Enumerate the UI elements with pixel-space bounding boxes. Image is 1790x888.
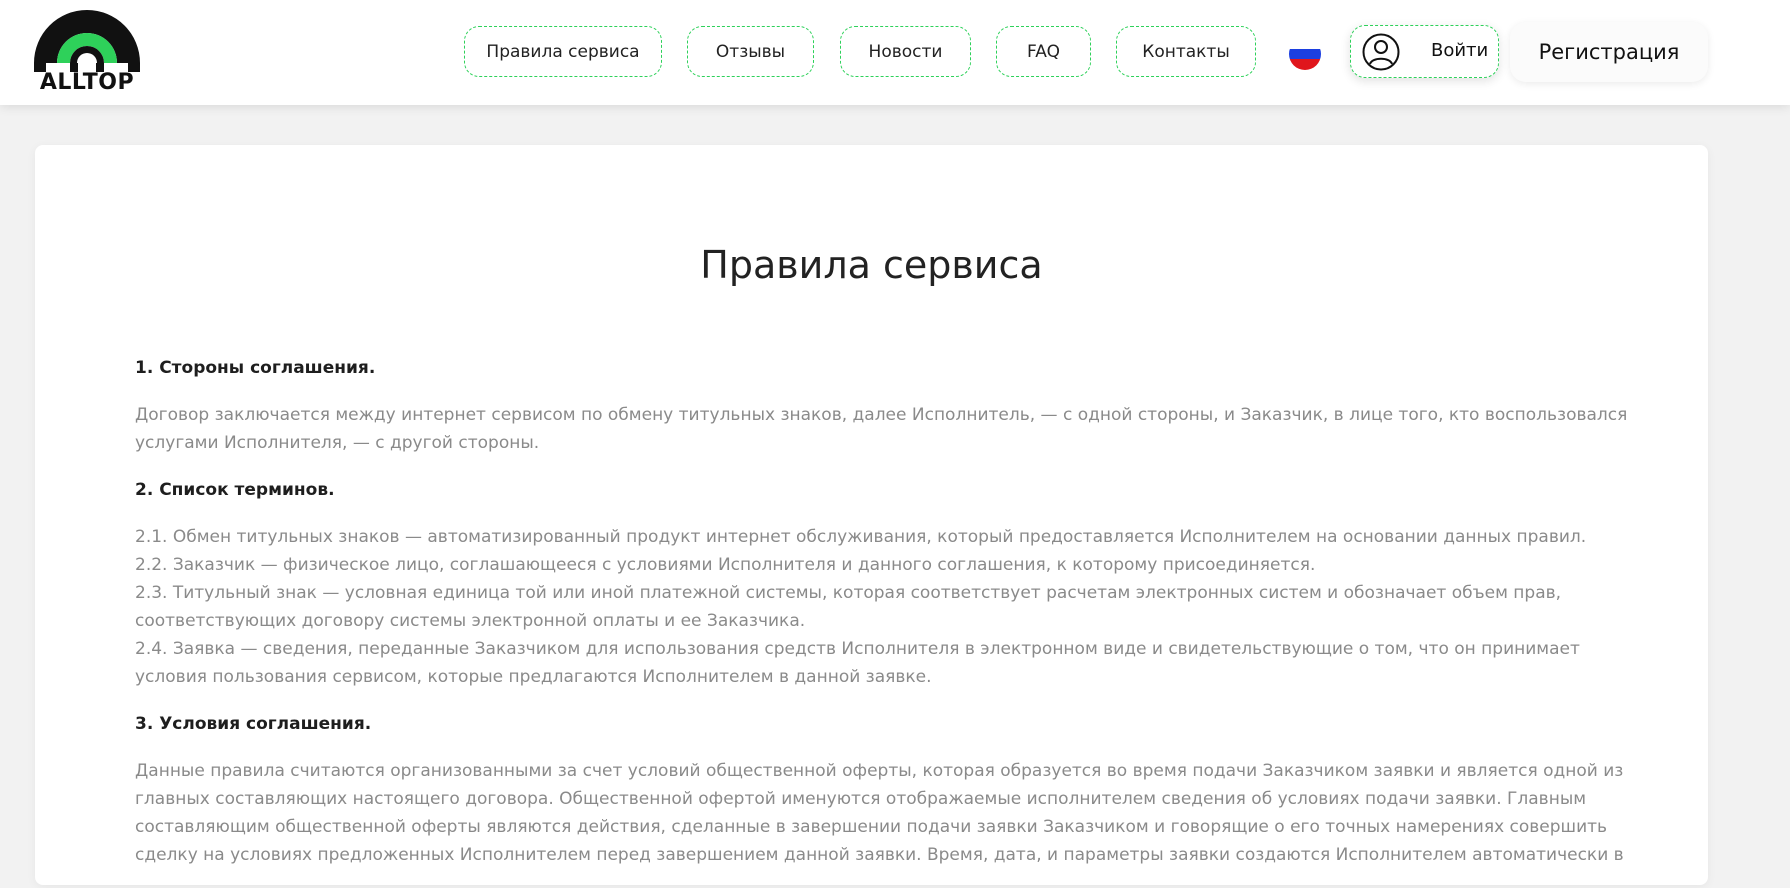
rules-content: 1. Стороны соглашения. Договор заключает… xyxy=(135,354,1635,888)
login-label: Войти xyxy=(1431,40,1489,61)
section-paragraph-conditions: Данные правила считаются организованными… xyxy=(135,761,1624,865)
term-item: 2.4. Заявка — сведения, переданные Заказ… xyxy=(135,639,1580,687)
nav-faq[interactable]: FAQ xyxy=(996,26,1091,77)
alltop-logo[interactable]: ALLTOP xyxy=(34,10,140,95)
rules-card: Правила сервиса 1. Стороны соглашения. Д… xyxy=(35,145,1708,885)
register-button[interactable]: Регистрация xyxy=(1510,22,1708,82)
site-header: ALLTOP Правила сервиса Отзывы Новости FA… xyxy=(0,0,1790,105)
section-heading-parties: 1. Стороны соглашения. xyxy=(135,358,376,378)
section-heading-conditions: 3. Условия соглашения. xyxy=(135,714,372,734)
logo-text: ALLTOP xyxy=(39,70,135,95)
nav-news[interactable]: Новости xyxy=(840,26,971,77)
section-paragraph-parties: Договор заключается между интернет серви… xyxy=(135,405,1628,453)
nav-contacts[interactable]: Контакты xyxy=(1116,26,1256,77)
logo-arch-icon xyxy=(34,10,140,72)
login-button[interactable]: Войти xyxy=(1350,25,1499,78)
nav-rules[interactable]: Правила сервиса xyxy=(464,26,662,77)
term-item: 2.2. Заказчик — физическое лицо, соглаша… xyxy=(135,555,1316,575)
terms-list: 2.1. Обмен титульных знаков — автоматизи… xyxy=(135,523,1635,691)
term-item: 2.3. Титульный знак — условная единица т… xyxy=(135,583,1562,631)
page-title: Правила сервиса xyxy=(700,243,1043,287)
section-heading-terms: 2. Список терминов. xyxy=(135,480,335,500)
ru-flag-icon[interactable] xyxy=(1289,38,1321,70)
nav-reviews[interactable]: Отзывы xyxy=(687,26,814,77)
user-icon xyxy=(1362,33,1400,71)
term-item: 2.1. Обмен титульных знаков — автоматизи… xyxy=(135,527,1587,547)
